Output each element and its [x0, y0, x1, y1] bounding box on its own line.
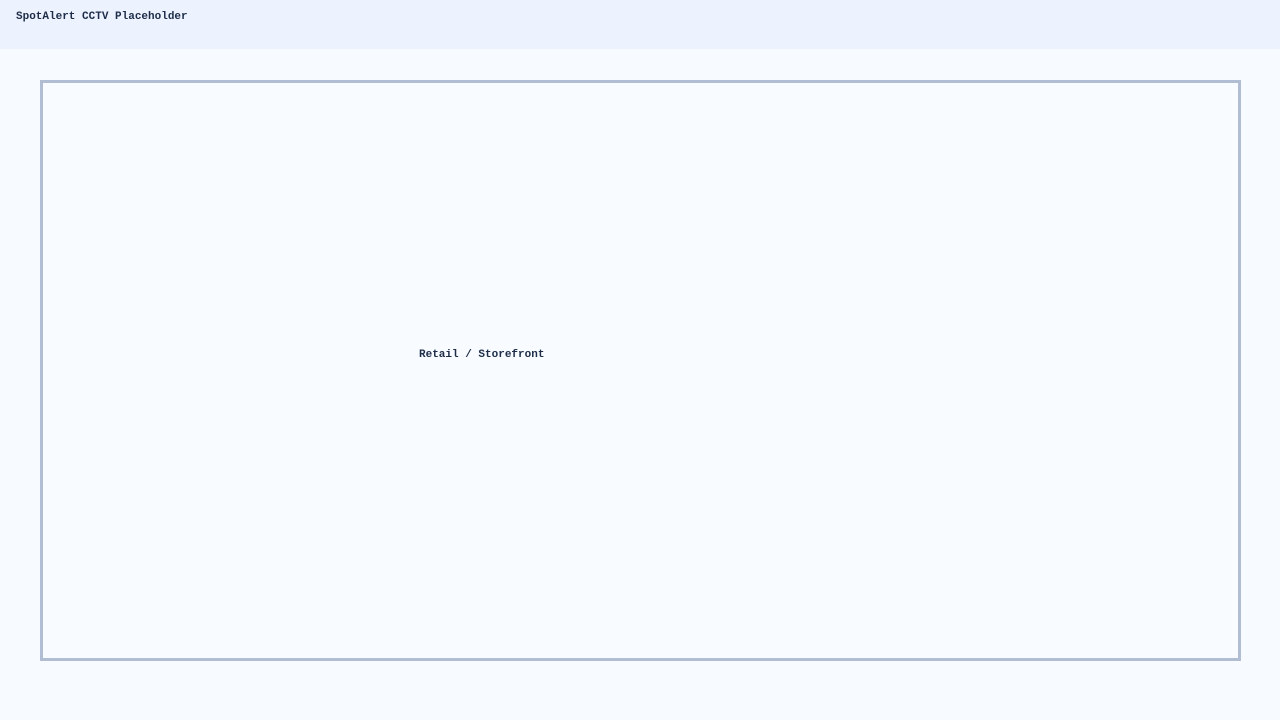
app-title: SpotAlert CCTV Placeholder	[16, 11, 188, 23]
camera-placeholder-frame: Retail / Storefront	[40, 80, 1241, 661]
camera-feed-label: Retail / Storefront	[419, 349, 545, 361]
app-header: SpotAlert CCTV Placeholder	[0, 0, 1280, 49]
